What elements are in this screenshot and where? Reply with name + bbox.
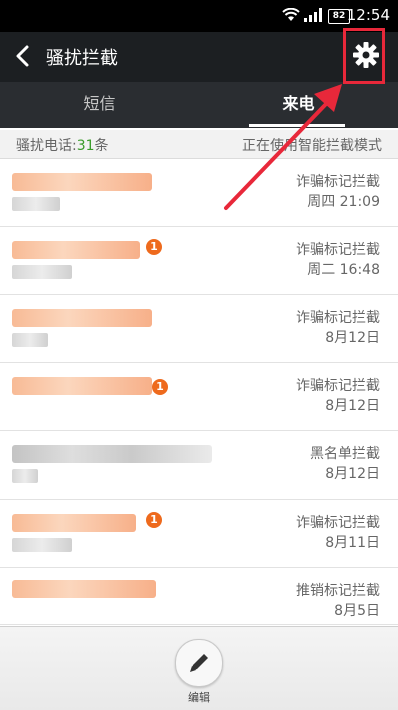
- annotation-arrow-icon: [224, 84, 342, 210]
